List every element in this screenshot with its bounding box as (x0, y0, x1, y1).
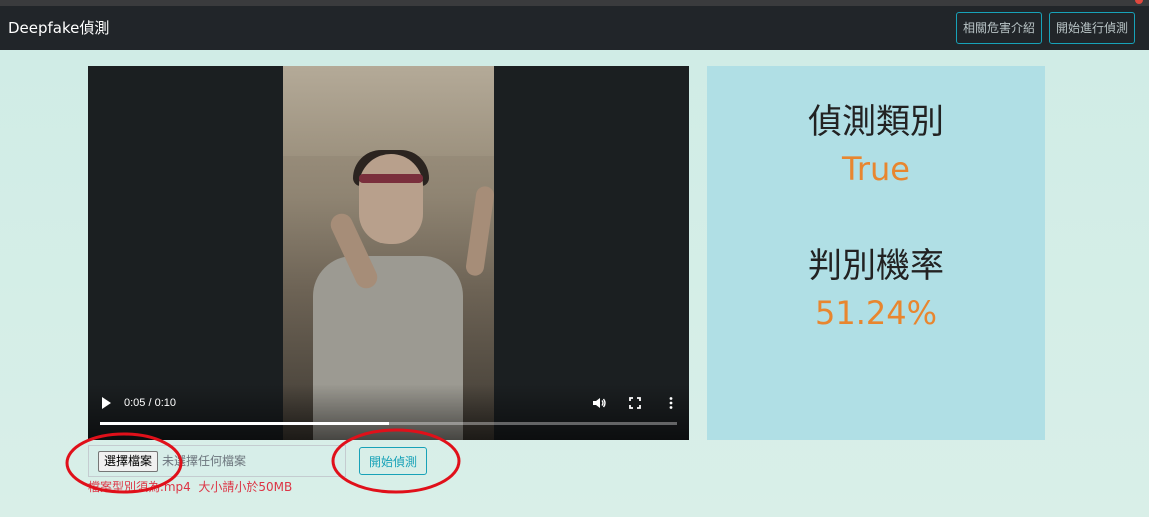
probability-label: 判別機率 (808, 246, 944, 286)
video-background (283, 66, 494, 156)
result-panel: 偵測類別 True 判別機率 51.24% (707, 66, 1045, 440)
file-upload-field[interactable]: 選擇檔案 未選擇任何檔案 (88, 445, 346, 477)
video-time: 0:05 / 0:10 (124, 397, 176, 409)
person-head (359, 154, 423, 244)
video-progress-bar[interactable] (100, 422, 677, 425)
choose-file-button[interactable]: 選擇檔案 (98, 451, 159, 472)
navbar: Deepfake偵測 相關危害介紹 開始進行偵測 (0, 6, 1149, 50)
fullscreen-icon[interactable] (626, 394, 644, 412)
file-requirement-hint: 檔案型別須為.mp4 大小請小於50MB (88, 480, 293, 494)
volume-icon[interactable] (590, 394, 608, 412)
category-value: True (842, 150, 910, 188)
start-detection-nav-button[interactable]: 開始進行偵測 (1049, 12, 1135, 44)
start-detection-button[interactable]: 開始偵測 (359, 447, 427, 475)
harm-intro-button[interactable]: 相關危害介紹 (956, 12, 1042, 44)
category-label: 偵測類別 (808, 102, 944, 142)
video-progress-fill (100, 422, 389, 425)
brand-title[interactable]: Deepfake偵測 (8, 17, 109, 39)
play-icon[interactable] (102, 397, 111, 409)
person-right-arm (464, 185, 494, 277)
video-player[interactable]: 0:05 / 0:10 (88, 66, 689, 440)
close-window-icon[interactable] (1135, 0, 1143, 4)
probability-value: 51.24% (814, 294, 937, 332)
person-headband (359, 174, 423, 183)
no-file-selected-text: 未選擇任何檔案 (162, 454, 247, 468)
more-options-icon[interactable] (662, 394, 680, 412)
